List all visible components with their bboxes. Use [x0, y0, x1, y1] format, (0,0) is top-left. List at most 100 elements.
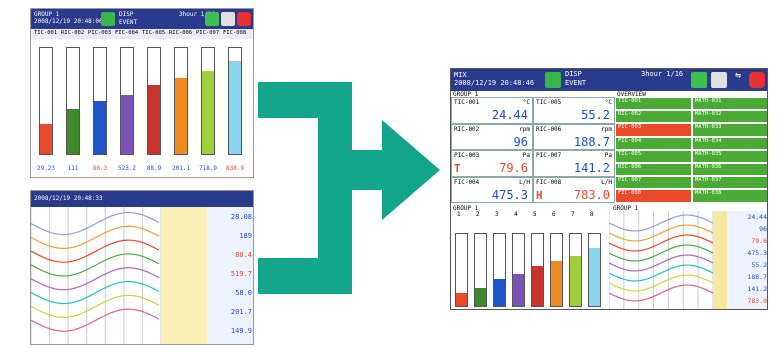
trend-line: [609, 274, 713, 292]
digital-value: 79.6: [499, 161, 528, 175]
tag-label: FIC-008: [223, 30, 247, 36]
trend-line: [609, 214, 713, 232]
bar-fill: [551, 261, 562, 306]
bar-tube: [531, 233, 544, 307]
trend-value: 783.0: [747, 297, 767, 305]
trend-value: 141.2: [747, 285, 767, 293]
bar-value: 80.3: [92, 165, 108, 172]
overview-cell[interactable]: RIC-006: [615, 163, 692, 177]
trend-value: 189: [239, 232, 252, 240]
digital-tag: TIC-001: [454, 99, 480, 106]
alarm-icon[interactable]: [749, 72, 765, 88]
bar-fill: [494, 278, 505, 306]
overview-cell[interactable]: FIC-008: [615, 189, 692, 203]
digital-value: 475.3: [491, 187, 528, 202]
digital-unit: °C: [522, 99, 530, 106]
overview-cell[interactable]: MATH-032: [692, 110, 767, 124]
digital-cell: RIC-006 rpm 188.7: [533, 123, 615, 150]
tag-row: TIC-001 RIC-002 PIC-003 FIC-004 TIC-005 RIC-0…: [31, 29, 253, 39]
overview-cell[interactable]: PIC-003: [615, 123, 692, 137]
digital-cell: RIC-002 rpm 96: [451, 123, 533, 150]
digital-unit: Pa: [604, 152, 612, 159]
keyboard-icon: [221, 12, 235, 26]
bar-graph-screen: GROUP 1 2008/12/19 20:48:06 DISP EVENT 3…: [30, 8, 254, 178]
digital-cell: PIC-007 Pa 141.2: [533, 150, 615, 177]
trend-value: 519.7: [230, 270, 252, 278]
grid-icon: [205, 12, 219, 26]
overview-cell[interactable]: MATH-036: [692, 163, 767, 177]
digital-tag: FIC-004: [454, 178, 480, 186]
overview-cell[interactable]: MATH-033: [692, 123, 767, 137]
tag-label: PIC-007: [196, 30, 220, 36]
tag-label: TIC-005: [142, 30, 166, 36]
bar-fill: [532, 266, 543, 306]
main-trend-chart: [609, 211, 713, 309]
trend-value: 96: [759, 225, 767, 233]
digital-value: 55.2: [581, 108, 610, 122]
trend-value: 149.9: [230, 327, 252, 335]
overview-cell[interactable]: MATH-037: [692, 176, 767, 190]
trend-line: [31, 253, 160, 277]
grid-icon[interactable]: [691, 72, 707, 88]
usb-icon[interactable]: ⇋: [731, 71, 745, 88]
digital-tag: RIC-006: [536, 125, 562, 133]
trend-screen: 2008/12/19 20:48:33 28.08 189 80.4 519.7 58.…: [30, 190, 254, 345]
digital-unit: L/H: [601, 178, 612, 186]
trend-value: 55.2: [751, 261, 767, 269]
trend-value: 79.6: [751, 237, 767, 245]
trend-scale-panel: [161, 207, 207, 344]
bar-tube: [201, 47, 215, 155]
overview-cell[interactable]: MATH-035: [692, 149, 767, 163]
bar-value: 111: [67, 165, 79, 172]
overview-cell[interactable]: RIC-002: [615, 110, 692, 124]
bar-tube: [474, 233, 487, 307]
bar-number: 4: [514, 211, 518, 218]
overview-cell[interactable]: MATH-034: [692, 136, 767, 150]
overview-cell[interactable]: TIC-005: [615, 149, 692, 163]
tag-label: FIC-004: [115, 30, 139, 36]
trend-value: 58.0: [235, 289, 252, 297]
tag-label: TIC-001: [34, 30, 58, 36]
digital-cell: FIC-004 L/H 475.3: [451, 176, 533, 203]
overview-cell[interactable]: PIC-007: [615, 176, 692, 190]
bar-fill: [94, 101, 106, 154]
bar-tube: [228, 47, 242, 155]
digital-tag: TIC-005: [536, 99, 562, 106]
keyboard-icon[interactable]: [711, 72, 727, 88]
bar-tube: [147, 47, 161, 155]
bar-number: 8: [590, 211, 594, 218]
trend-line: [609, 224, 713, 242]
bar-value: 838.9: [225, 165, 245, 172]
bar-tube: [493, 233, 506, 307]
trend-value: 28.08: [230, 213, 252, 221]
bar-tube: [455, 233, 468, 307]
digital-cell: FIC-008 L/H H 783.0: [533, 176, 615, 203]
trend-line: [609, 264, 713, 282]
digital-unit: rpm: [519, 125, 530, 133]
overview-cell[interactable]: TIC-001: [615, 97, 692, 111]
tag-label: RIC-002: [61, 30, 85, 36]
screen-header: GROUP 1 2008/12/19 20:48:06 DISP EVENT 3…: [31, 9, 253, 29]
trend-value: 188.7: [747, 273, 767, 281]
trend-line: [609, 254, 713, 272]
bar-fill: [121, 94, 133, 154]
bar-value: 718.9: [198, 165, 218, 172]
trend-line: [31, 225, 160, 249]
overview-cell[interactable]: FIC-004: [615, 136, 692, 150]
bar-fill: [570, 255, 581, 306]
bar-number: 6: [552, 211, 556, 218]
trend-line: [609, 234, 713, 252]
digital-tag: PIC-007: [536, 152, 562, 159]
event-label: EVENT: [119, 19, 138, 26]
arrow-head: [382, 120, 440, 220]
status-icon: [545, 72, 561, 88]
trend-title: 2008/12/19 20:48:33: [34, 195, 103, 202]
overview-cell[interactable]: MATH-038: [692, 189, 767, 203]
tag-label: PIC-003: [88, 30, 112, 36]
trend-line: [31, 267, 160, 291]
main-trend-values: 24.44 96 79.6 475.3 55.2 188.7 141.2 783.0: [727, 211, 767, 309]
trend-value: 24.44: [747, 213, 767, 221]
status-icon: [101, 12, 115, 26]
overview-cell[interactable]: MATH-031: [692, 97, 767, 111]
bar-tube: [512, 233, 525, 307]
